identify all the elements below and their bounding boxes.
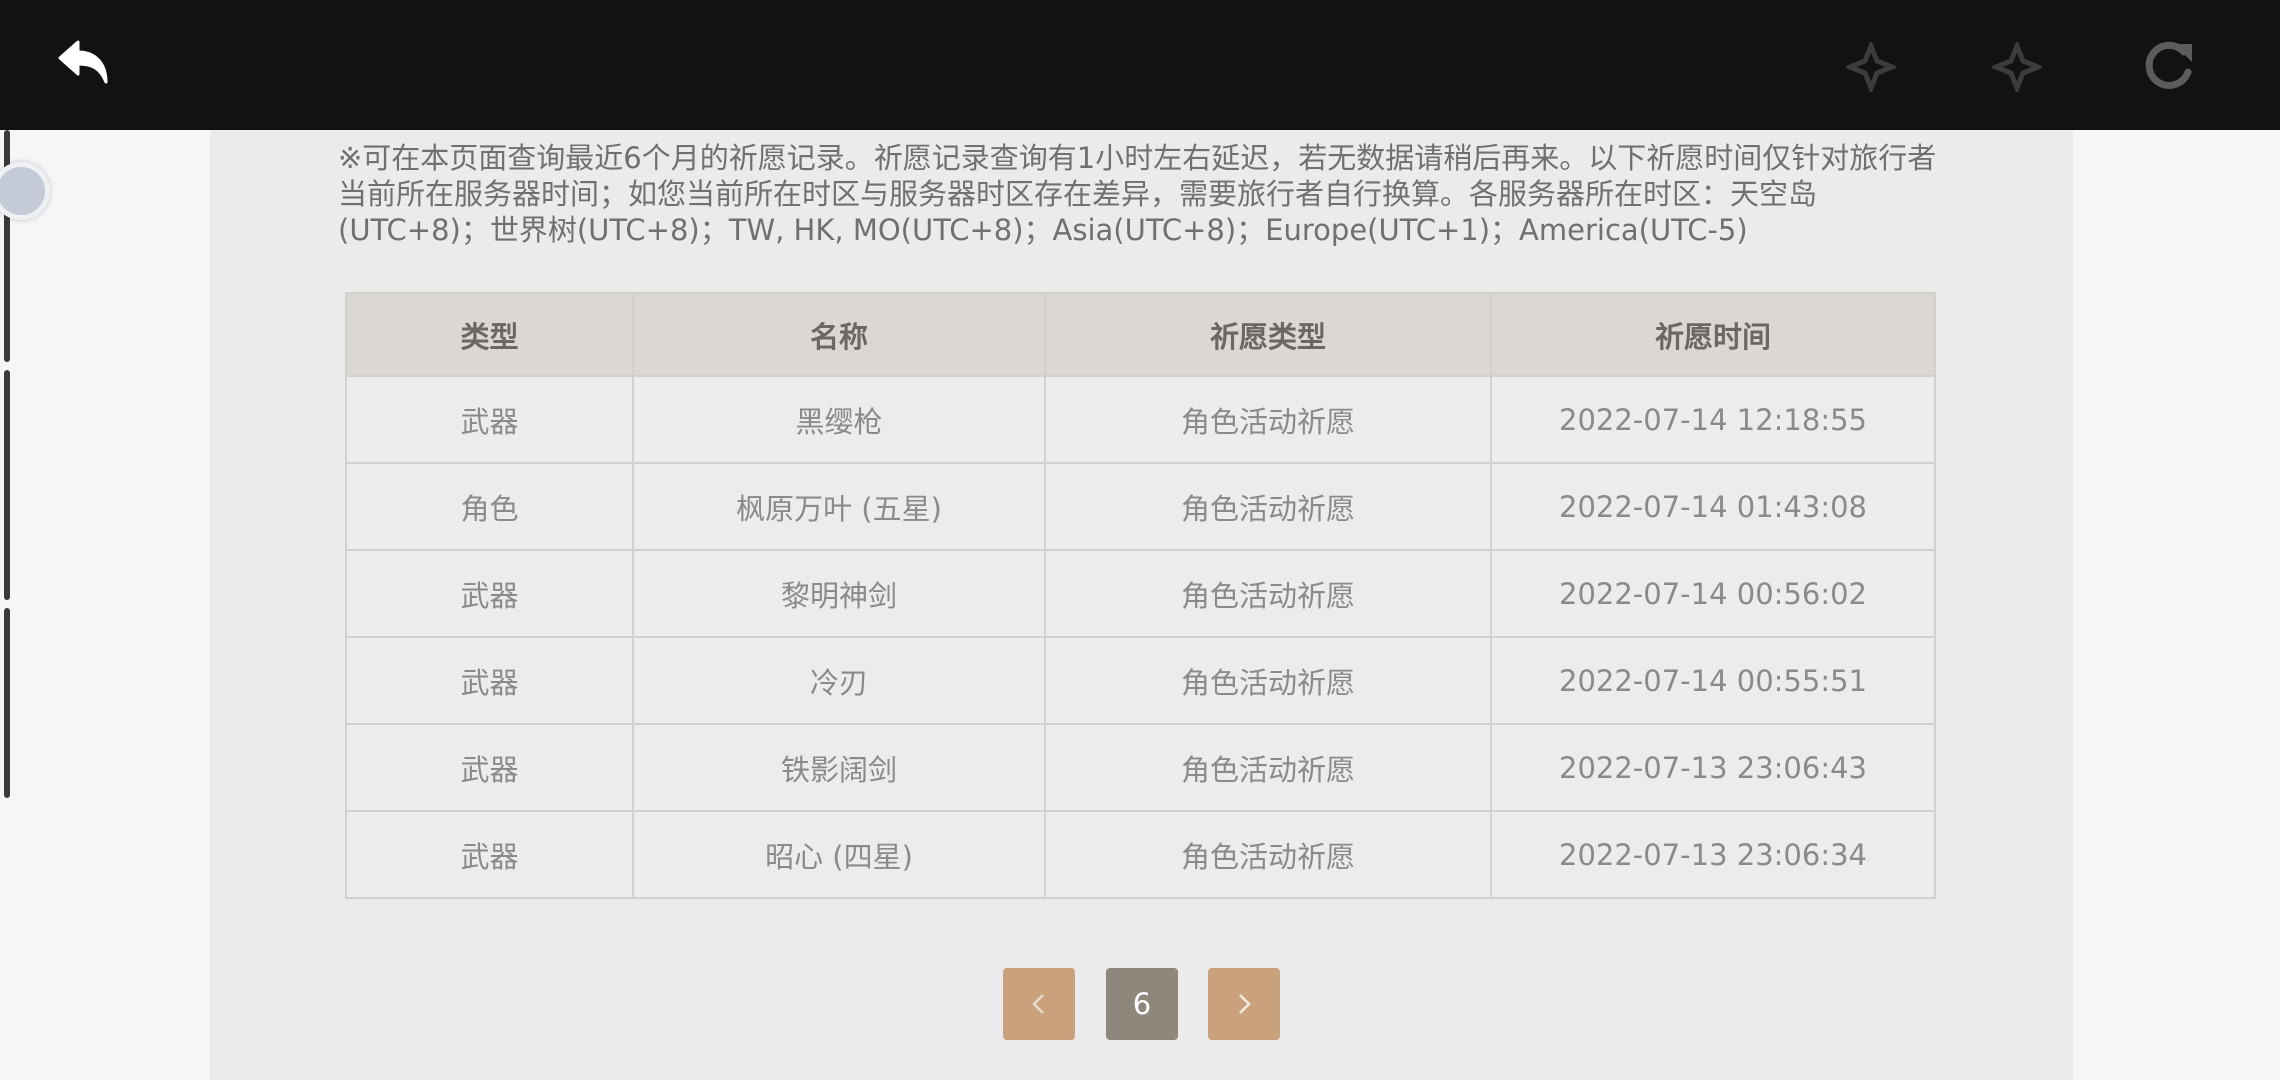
- cell-time: 2022-07-14 01:43:08: [1490, 462, 1936, 551]
- cell-time: 2022-07-14 00:56:02: [1490, 549, 1936, 638]
- cell-type: 武器: [345, 636, 634, 725]
- cell-type: 武器: [345, 375, 634, 464]
- cell-name: 铁影阔剑: [632, 723, 1046, 812]
- table-row: 武器 黎明神剑 角色活动祈愿 2022-07-14 00:56:02: [345, 549, 1936, 638]
- table-row: 角色 枫原万叶 (五星) 角色活动祈愿 2022-07-14 01:43:08: [345, 462, 1936, 551]
- header-wish-type: 祈愿类型: [1044, 292, 1492, 377]
- cell-type: 武器: [345, 549, 634, 638]
- cell-time: 2022-07-13 23:06:43: [1490, 723, 1936, 812]
- forward-star-icon[interactable]: [1846, 42, 1896, 92]
- table-row: 武器 黑缨枪 角色活动祈愿 2022-07-14 12:18:55: [345, 375, 1936, 464]
- cell-name: 冷刃: [632, 636, 1046, 725]
- rail-segment: [4, 608, 10, 798]
- table-row: 武器 昭心 (四星) 角色活动祈愿 2022-07-13 23:06:34: [345, 810, 1936, 899]
- table-header-row: 类型 名称 祈愿类型 祈愿时间: [345, 292, 1936, 377]
- cell-wish-type: 角色活动祈愿: [1044, 810, 1492, 899]
- prev-page-button[interactable]: [1003, 968, 1075, 1040]
- cell-time: 2022-07-14 00:55:51: [1490, 636, 1936, 725]
- floating-assistant-ball[interactable]: [0, 162, 50, 220]
- cell-name: 黑缨枪: [632, 375, 1046, 464]
- cell-time: 2022-07-14 12:18:55: [1490, 375, 1936, 464]
- current-page-indicator[interactable]: 6: [1106, 968, 1178, 1040]
- back-arrow-icon[interactable]: [56, 38, 114, 90]
- cell-wish-type: 角色活动祈愿: [1044, 549, 1492, 638]
- table-row: 武器 铁影阔剑 角色活动祈愿 2022-07-13 23:06:43: [345, 723, 1936, 812]
- cell-name: 黎明神剑: [632, 549, 1046, 638]
- cell-type: 武器: [345, 723, 634, 812]
- table-row: 武器 冷刃 角色活动祈愿 2022-07-14 00:55:51: [345, 636, 1936, 725]
- rail-segment: [4, 370, 10, 600]
- cell-name-four-star: 昭心 (四星): [632, 810, 1046, 899]
- left-scroll-rail: [0, 130, 12, 1080]
- header-name: 名称: [632, 292, 1046, 377]
- next-page-button[interactable]: [1208, 968, 1280, 1040]
- cell-wish-type: 角色活动祈愿: [1044, 375, 1492, 464]
- header-type: 类型: [345, 292, 634, 377]
- header-wish-time: 祈愿时间: [1490, 292, 1936, 377]
- cell-name-five-star: 枫原万叶 (五星): [632, 462, 1046, 551]
- wish-records-table: 类型 名称 祈愿类型 祈愿时间 武器 黑缨枪 角色活动祈愿 2022-07-14…: [345, 292, 1936, 899]
- cell-time: 2022-07-13 23:06:34: [1490, 810, 1936, 899]
- chevron-right-icon: [1239, 994, 1251, 1014]
- chevron-left-icon: [1032, 994, 1044, 1014]
- cell-type: 武器: [345, 810, 634, 899]
- forward-star-icon[interactable]: [1992, 42, 2042, 92]
- notice-text: ※可在本页面查询最近6个月的祈愿记录。祈愿记录查询有1小时左右延迟，若无数据请稍…: [338, 141, 1937, 247]
- refresh-icon[interactable]: [2140, 38, 2200, 94]
- browser-toolbar: [0, 0, 2280, 130]
- cell-wish-type: 角色活动祈愿: [1044, 723, 1492, 812]
- cell-wish-type: 角色活动祈愿: [1044, 462, 1492, 551]
- cell-wish-type: 角色活动祈愿: [1044, 636, 1492, 725]
- wish-history-panel: ※可在本页面查询最近6个月的祈愿记录。祈愿记录查询有1小时左右延迟，若无数据请稍…: [210, 130, 2073, 1080]
- cell-type: 角色: [345, 462, 634, 551]
